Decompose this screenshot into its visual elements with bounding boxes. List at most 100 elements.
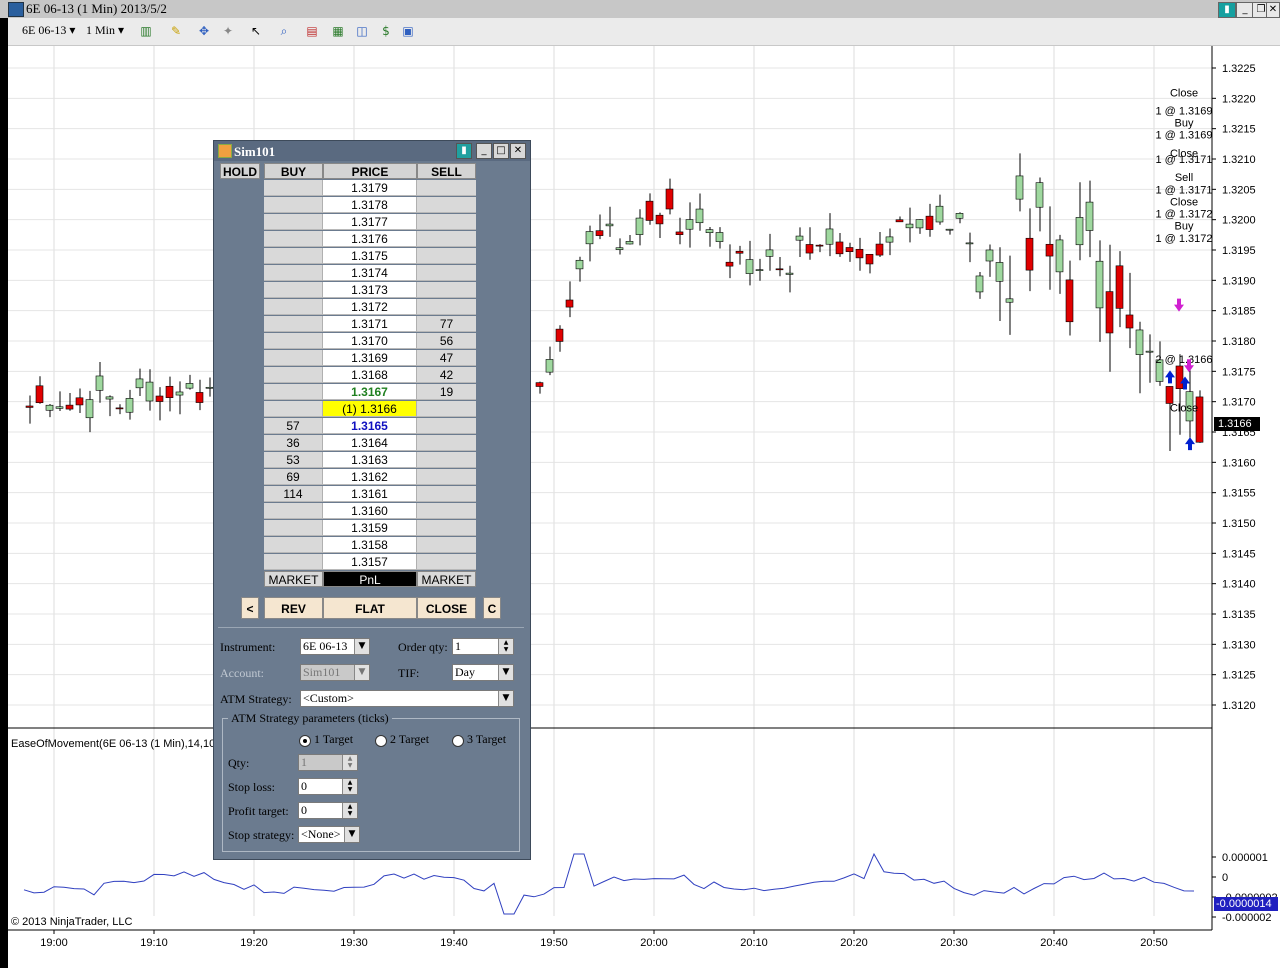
candle-body bbox=[755, 269, 764, 271]
ladder-buy-cell[interactable] bbox=[264, 214, 323, 230]
ladder-buy-cell[interactable] bbox=[264, 333, 323, 349]
ladder-price-cell: 1.3165 bbox=[323, 418, 417, 434]
ladder-buy-cell[interactable] bbox=[264, 197, 323, 213]
ladder-sell-cell[interactable] bbox=[417, 282, 476, 298]
ladder-sell-cell[interactable]: 47 bbox=[417, 350, 476, 366]
ladder-buy-cell[interactable] bbox=[264, 316, 323, 332]
ladder-buy-cell[interactable] bbox=[264, 350, 323, 366]
target-3-radio[interactable] bbox=[452, 735, 464, 747]
chart-trader-icon[interactable]: ▣ bbox=[400, 23, 416, 39]
candle-body bbox=[585, 231, 594, 245]
panel-minimize-button[interactable]: _ bbox=[476, 143, 492, 159]
ladder-buy-cell[interactable]: 69 bbox=[264, 469, 323, 485]
ladder-sell-cell[interactable] bbox=[417, 180, 476, 196]
ladder-buy-cell[interactable] bbox=[264, 554, 323, 570]
ladder-sell-cell[interactable] bbox=[417, 248, 476, 264]
ladder-buy-cell[interactable]: 114 bbox=[264, 486, 323, 502]
bar-type-icon[interactable]: ▥ bbox=[138, 23, 154, 39]
crosshair-icon[interactable]: ✥ bbox=[196, 23, 212, 39]
properties-icon[interactable]: ▤ bbox=[304, 23, 320, 39]
flatten-button[interactable]: FLAT bbox=[323, 597, 417, 619]
chart-grid bbox=[8, 46, 1212, 916]
ladder-buy-cell[interactable] bbox=[264, 265, 323, 281]
candle-body bbox=[55, 406, 64, 409]
pointer-icon[interactable]: ↖ bbox=[248, 23, 264, 39]
spinner-icon[interactable]: ▲ ▼ bbox=[342, 779, 357, 794]
link-icon[interactable]: ▮ bbox=[1218, 2, 1236, 18]
target-2-radio[interactable] bbox=[375, 735, 387, 747]
collapse-button[interactable]: C bbox=[483, 597, 501, 619]
interval-selector[interactable]: 1 Min ▾ bbox=[86, 23, 124, 38]
ladder-sell-cell[interactable] bbox=[417, 486, 476, 502]
ladder-sell-cell[interactable]: 56 bbox=[417, 333, 476, 349]
expand-left-button[interactable]: < bbox=[241, 597, 259, 619]
ladder-sell-cell[interactable] bbox=[417, 214, 476, 230]
link-icon[interactable]: ▮ bbox=[456, 143, 472, 159]
order-qty-stepper[interactable]: 1 ▲ ▼ bbox=[452, 638, 514, 655]
close-button[interactable]: ✕ bbox=[1266, 2, 1280, 18]
market-sell-button[interactable]: MARKET bbox=[417, 571, 476, 587]
ladder-buy-cell[interactable]: 53 bbox=[264, 452, 323, 468]
hold-button[interactable]: HOLD bbox=[220, 163, 260, 179]
price-chart[interactable]: Close1 @ 1.3169Buy1 @ 1.3169Close1 @ 1.3… bbox=[8, 46, 1280, 968]
stop-strategy-select[interactable]: <None> ▼ bbox=[298, 826, 360, 843]
ladder-buy-cell[interactable] bbox=[264, 537, 323, 553]
snap-icon[interactable]: ✦ bbox=[220, 23, 236, 39]
panel-close-button[interactable]: ✕ bbox=[510, 143, 526, 159]
ladder-sell-cell[interactable] bbox=[417, 469, 476, 485]
ladder-sell-cell[interactable] bbox=[417, 418, 476, 434]
ladder-sell-cell[interactable] bbox=[417, 401, 476, 417]
ladder-buy-cell[interactable] bbox=[264, 367, 323, 383]
instrument-select[interactable]: 6E 06-13 ▼ bbox=[300, 638, 370, 655]
time-tick-label: 20:00 bbox=[640, 937, 668, 949]
app-icon bbox=[8, 2, 24, 17]
profit-target-stepper[interactable]: 0 ▲ ▼ bbox=[298, 802, 358, 819]
chart-trader-panel: Sim101 ▮ _ □ ✕ HOLD BUY PRICE SELL 1.317… bbox=[213, 140, 531, 860]
ladder-buy-cell[interactable] bbox=[264, 180, 323, 196]
ladder-sell-cell[interactable]: 42 bbox=[417, 367, 476, 383]
atm-strategy-select[interactable]: <Custom> ▼ bbox=[300, 690, 514, 707]
spinner-icon[interactable]: ▲ ▼ bbox=[498, 639, 513, 654]
trade-annotation: Close bbox=[1170, 403, 1198, 415]
ladder-buy-cell[interactable] bbox=[264, 282, 323, 298]
ladder-buy-cell[interactable]: 36 bbox=[264, 435, 323, 451]
draw-tool-icon[interactable]: ✎ bbox=[168, 23, 184, 39]
ladder-buy-cell[interactable]: 57 bbox=[264, 418, 323, 434]
stop-loss-stepper[interactable]: 0 ▲ ▼ bbox=[298, 778, 358, 795]
zoom-icon[interactable]: ⌕ bbox=[276, 23, 292, 39]
tif-select[interactable]: Day ▼ bbox=[452, 664, 514, 681]
ladder-buy-cell[interactable] bbox=[264, 384, 323, 400]
ladder-buy-cell[interactable] bbox=[264, 503, 323, 519]
target-1-radio[interactable] bbox=[299, 735, 311, 747]
ladder-buy-cell[interactable] bbox=[264, 231, 323, 247]
close-position-button[interactable]: CLOSE bbox=[417, 597, 476, 619]
candle-body bbox=[825, 228, 834, 245]
market-buy-button[interactable]: MARKET bbox=[264, 571, 323, 587]
ladder-sell-cell[interactable] bbox=[417, 554, 476, 570]
strategies-icon[interactable]: $ bbox=[378, 23, 394, 39]
ladder-sell-cell[interactable] bbox=[417, 452, 476, 468]
candle-body bbox=[1075, 217, 1084, 246]
data-box-icon[interactable]: ▦ bbox=[330, 23, 346, 39]
trade-annotation: 1 @ 1.3169 bbox=[1155, 105, 1212, 117]
ladder-buy-cell[interactable] bbox=[264, 248, 323, 264]
ladder-sell-cell[interactable] bbox=[417, 435, 476, 451]
ladder-buy-cell[interactable] bbox=[264, 520, 323, 536]
reverse-button[interactable]: REV bbox=[264, 597, 323, 619]
candle-body bbox=[905, 223, 914, 229]
ladder-buy-cell[interactable] bbox=[264, 401, 323, 417]
ladder-sell-cell[interactable] bbox=[417, 537, 476, 553]
instrument-selector[interactable]: 6E 06-13 ▾ bbox=[22, 23, 75, 38]
ladder-sell-cell[interactable] bbox=[417, 503, 476, 519]
panel-maximize-button[interactable]: □ bbox=[493, 143, 509, 159]
ladder-sell-cell[interactable] bbox=[417, 299, 476, 315]
ladder-sell-cell[interactable] bbox=[417, 520, 476, 536]
ladder-sell-cell[interactable]: 77 bbox=[417, 316, 476, 332]
ladder-sell-cell[interactable] bbox=[417, 231, 476, 247]
ladder-buy-cell[interactable] bbox=[264, 299, 323, 315]
indicators-icon[interactable]: ◫ bbox=[354, 23, 370, 39]
spinner-icon[interactable]: ▲ ▼ bbox=[342, 803, 357, 818]
ladder-sell-cell[interactable] bbox=[417, 197, 476, 213]
ladder-sell-cell[interactable]: 19 bbox=[417, 384, 476, 400]
ladder-sell-cell[interactable] bbox=[417, 265, 476, 281]
